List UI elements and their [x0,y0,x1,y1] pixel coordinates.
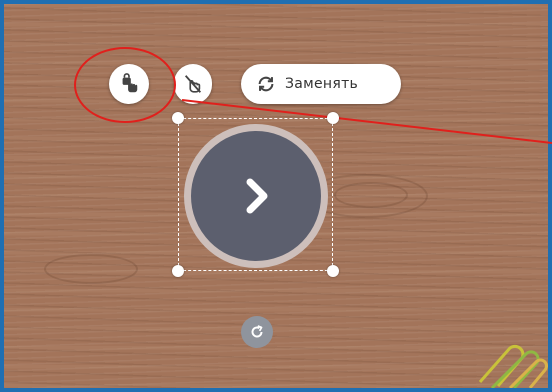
resize-handle-bottom-left[interactable] [172,265,184,277]
replace-button[interactable]: Заменять [241,64,401,104]
refresh-icon [258,76,274,92]
replace-label: Заменять [285,76,359,92]
resize-handle-bottom-right[interactable] [327,265,339,277]
wood-knot [334,182,408,208]
resize-handle-top-left[interactable] [172,112,184,124]
unlink-button[interactable] [174,64,212,104]
annotation-circle [74,47,176,123]
selection-box[interactable] [178,118,333,271]
paperclip-decoration [478,344,548,388]
rotate-icon [251,325,263,338]
resize-handle-top-right[interactable] [327,112,339,124]
rotate-handle[interactable] [241,316,273,348]
wood-knot [44,254,138,284]
hand-unlink-icon [184,75,202,93]
